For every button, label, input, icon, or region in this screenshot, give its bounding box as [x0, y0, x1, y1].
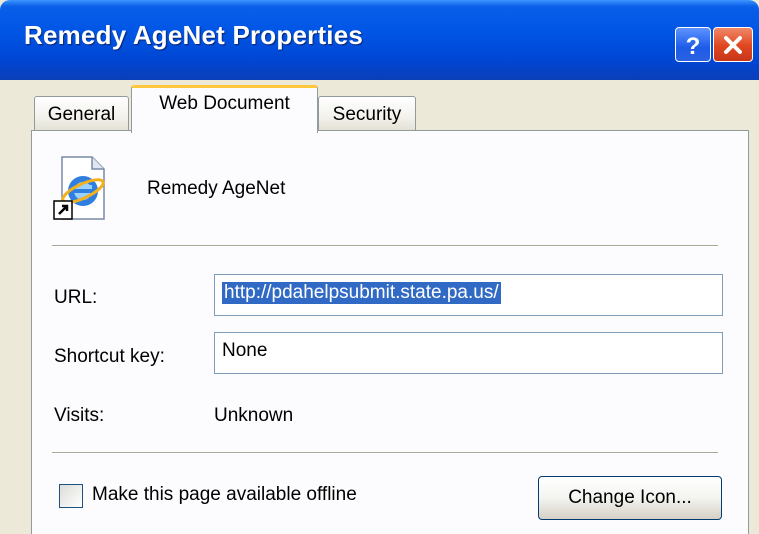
title-bar[interactable]: Remedy AgeNet Properties ? [0, 0, 759, 80]
divider [52, 452, 718, 454]
url-input[interactable]: http://pdahelpsubmit.state.pa.us/ [214, 274, 723, 316]
shortcut-key-label: Shortcut key: [54, 346, 165, 367]
tab-web-document[interactable]: Web Document [131, 85, 318, 133]
visits-label: Visits: [54, 405, 105, 426]
offline-checkbox[interactable] [59, 484, 83, 508]
question-icon: ? [686, 33, 701, 58]
close-button[interactable] [713, 27, 753, 62]
url-value: http://pdahelpsubmit.state.pa.us/ [222, 282, 501, 304]
shortcut-key-input[interactable]: None [214, 332, 723, 374]
close-icon [724, 35, 742, 54]
window-title: Remedy AgeNet Properties [24, 20, 364, 50]
tab-general[interactable]: General [34, 96, 129, 130]
divider [52, 245, 718, 247]
shortcut-name: Remedy AgeNet [147, 178, 286, 199]
url-label: URL: [54, 287, 98, 308]
tab-security[interactable]: Security [318, 96, 416, 130]
offline-checkbox-label[interactable]: Make this page available offline [92, 484, 357, 506]
svg-text:?: ? [686, 33, 701, 58]
help-button[interactable]: ? [675, 27, 711, 62]
internet-shortcut-icon [53, 156, 105, 220]
change-icon-button[interactable]: Change Icon... [538, 476, 722, 520]
visits-value: Unknown [214, 405, 294, 426]
shortcut-key-value: None [222, 340, 268, 361]
